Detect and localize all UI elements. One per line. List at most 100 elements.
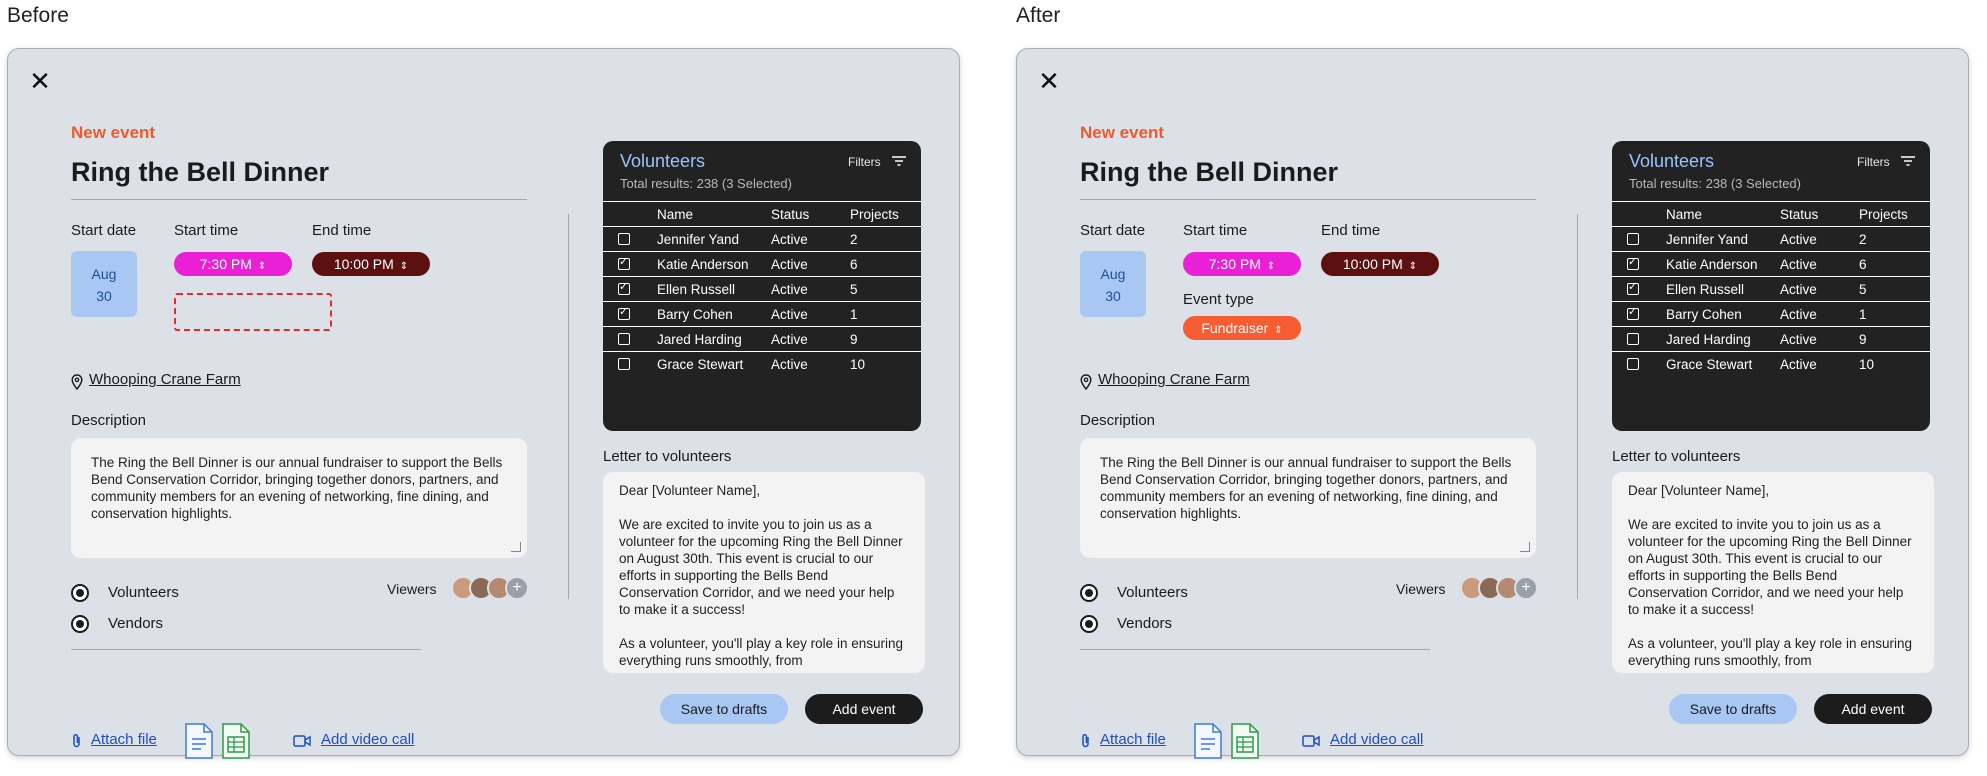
document-icon[interactable] [1193,722,1223,760]
volunteer-projects: 5 [1859,276,1930,302]
volunteer-status: Active [771,276,850,302]
close-icon[interactable]: ✕ [26,67,54,95]
volunteers-panel: Volunteers Total results: 238 (3 Selecte… [1612,141,1930,431]
radio-vendors-label: Vendors [1117,615,1173,632]
table-row[interactable]: Jared Harding Active 9 [603,326,921,352]
event-type-select[interactable]: Fundraiser ⇕ [1183,316,1301,340]
video-camera-icon [1302,735,1320,747]
description-label: Description [1080,412,1156,429]
description-textarea[interactable]: The Ring the Bell Dinner is our annual f… [1080,438,1536,558]
row-checkbox[interactable] [618,305,630,320]
letter-textarea[interactable]: Dear [Volunteer Name], We are excited to… [603,472,925,673]
radio-vendors[interactable] [1080,615,1098,633]
end-time-value: 10:00 PM [1342,256,1403,272]
date-picker[interactable]: Aug 30 [1080,251,1146,317]
video-camera-icon [293,735,311,747]
row-checkbox[interactable] [618,255,630,270]
description-textarea[interactable]: The Ring the Bell Dinner is our annual f… [71,438,527,558]
row-checkbox[interactable] [1627,305,1639,320]
save-drafts-button[interactable]: Save to drafts [1669,694,1797,724]
location-link[interactable]: Whooping Crane Farm [89,371,241,388]
radio-volunteers[interactable] [1080,584,1098,602]
spreadsheet-icon[interactable] [221,722,251,760]
volunteer-name: Jared Harding [1666,326,1780,352]
location-link[interactable]: Whooping Crane Farm [1098,371,1250,388]
volunteer-name: Katie Anderson [1666,251,1780,277]
start-time-select[interactable]: 7:30 PM ⇕ [1183,252,1301,276]
page-title: Ring the Bell Dinner [1080,157,1339,187]
row-checkbox[interactable] [618,232,630,245]
document-icon[interactable] [184,722,214,760]
table-row[interactable]: Ellen RussellActive5 [1612,276,1930,302]
table-row[interactable]: Ellen RussellActive5 [603,276,921,302]
volunteer-status: Active [771,226,850,252]
table-row[interactable]: Barry CohenActive1 [603,301,921,327]
table-row[interactable]: Jennifer Yand Active 2 [603,226,921,252]
filters-button[interactable]: Filters [848,155,907,169]
start-date-label: Start date [71,222,137,239]
start-time-label: Start time [174,222,239,239]
letter-label: Letter to volunteers [603,448,732,465]
section-divider [1080,649,1430,650]
letter-paragraph: We are excited to invite you to join us … [619,517,903,617]
end-time-select[interactable]: 10:00 PM ⇕ [1321,252,1439,276]
add-viewer-icon[interactable]: + [1514,576,1538,600]
spreadsheet-icon[interactable] [1230,722,1260,760]
column-header: Name [1666,201,1780,227]
volunteer-status: Active [1780,356,1817,372]
volunteer-name: Ellen Russell [1666,276,1780,302]
volunteer-name: Jennifer Yand [657,226,771,252]
filters-label: Filters [1857,155,1890,169]
save-drafts-button[interactable]: Save to drafts [660,694,788,724]
add-viewer-icon[interactable]: + [505,576,529,600]
filter-icon [1901,156,1916,166]
end-time-label: End time [1321,222,1381,239]
row-checkbox[interactable] [1627,280,1639,295]
table-row[interactable]: Jared Harding Active 9 [1612,326,1930,352]
row-checkbox[interactable] [1627,332,1639,345]
page-title: Ring the Bell Dinner [71,157,330,187]
table-row[interactable]: Katie AndersonActive6 [1612,251,1930,277]
missing-field-placeholder [174,293,332,331]
volunteer-projects: 1 [850,301,921,327]
start-time-label: Start time [1183,222,1248,239]
start-date-label: Start date [1080,222,1146,239]
date-day: 30 [96,288,112,304]
add-event-button[interactable]: Add event [805,694,923,724]
resize-handle-icon[interactable] [1520,542,1530,552]
radio-vendors[interactable] [71,615,89,633]
table-row[interactable]: Grace Stewart Active 10 [603,352,921,377]
pin-icon [71,374,83,390]
table-row[interactable]: Barry CohenActive1 [1612,301,1930,327]
updown-icon: ⇕ [1274,325,1283,336]
volunteer-name: Barry Cohen [1666,301,1780,327]
before-caption: Before [7,4,69,27]
kicker: New event [71,123,156,142]
column-header: Projects [1859,201,1930,227]
row-checkbox[interactable] [1627,357,1639,370]
letter-textarea[interactable]: Dear [Volunteer Name], We are excited to… [1612,472,1934,673]
row-checkbox[interactable] [618,280,630,295]
filters-button[interactable]: Filters [1857,155,1916,169]
table-row[interactable]: Jennifer Yand Active 2 [1612,226,1930,252]
column-header: Name [657,201,771,227]
end-time-select[interactable]: 10:00 PM ⇕ [312,252,430,276]
row-checkbox[interactable] [1627,232,1639,245]
close-icon[interactable]: ✕ [1035,67,1063,95]
date-picker[interactable]: Aug 30 [71,251,137,317]
volunteer-status: Active [1780,326,1859,352]
resize-handle-icon[interactable] [511,542,521,552]
description-text: The Ring the Bell Dinner is our annual f… [91,455,503,521]
description-text: The Ring the Bell Dinner is our annual f… [1100,455,1512,521]
table-row[interactable]: Grace Stewart Active 10 [1612,352,1930,377]
row-checkbox[interactable] [1627,255,1639,270]
volunteer-projects: 5 [850,276,921,302]
table-row[interactable]: Katie AndersonActive6 [603,251,921,277]
row-checkbox[interactable] [618,332,630,345]
row-checkbox[interactable] [618,357,630,370]
radio-volunteers[interactable] [71,584,89,602]
viewers-label: Viewers [387,581,437,597]
add-event-button[interactable]: Add event [1814,694,1932,724]
column-header: Status [1780,201,1859,227]
start-time-select[interactable]: 7:30 PM ⇕ [174,252,292,276]
